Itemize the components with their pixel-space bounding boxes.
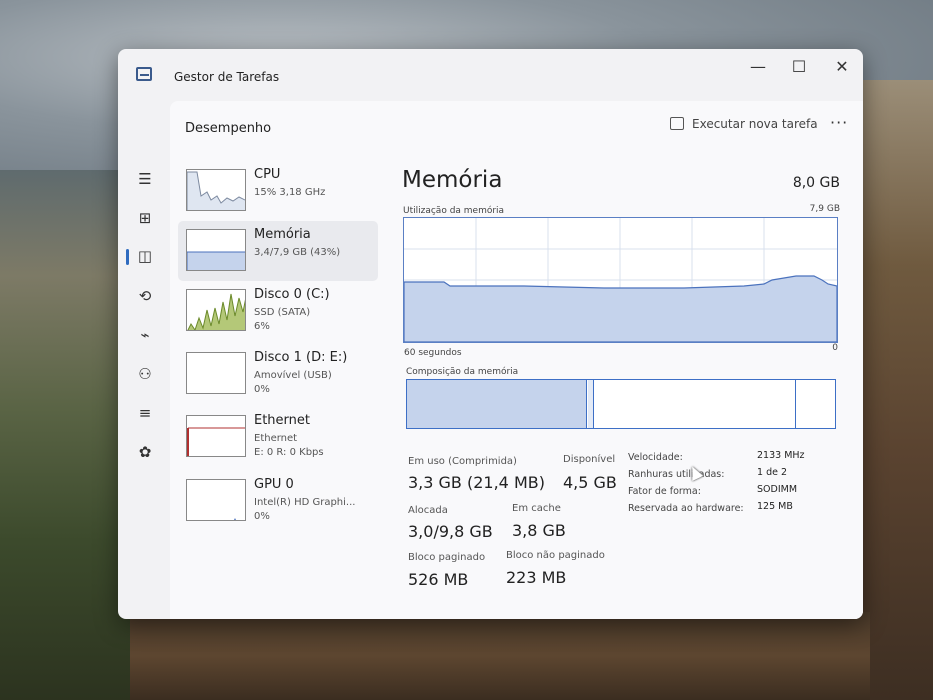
task-manager-window: Gestor de Tarefas — ☐ ✕ ☰ ⊞ ◫ ⟲ ⌁ ⚇ ≡ ✿ … [118,49,863,619]
usage-graph-max: 7,9 GB [809,204,840,214]
page-title: Desempenho [185,121,272,136]
device-item-memory[interactable]: Memória 3,4/7,9 GB (43%) [178,221,378,281]
device-name: Disco 0 (C:) [254,287,330,302]
services-icon[interactable]: ✿ [132,440,158,464]
spec-key-slots: Ranhuras utilizadas: [628,469,725,480]
usage-graph-label: Utilização da memória [403,206,505,216]
cpu-thumbnail-graph [186,169,246,211]
paged-pool-label: Bloco paginado [408,552,486,563]
cached-value: 3,8 GB [512,521,566,540]
users-icon[interactable]: ⚇ [132,362,158,386]
device-list: CPU 15% 3,18 GHz Memória 3,4/7,9 GB (43%… [170,151,380,619]
device-item-disk1[interactable]: Disco 1 (D: E:) Amovível (USB) 0% [178,344,378,404]
gpu-thumbnail-graph [186,479,246,521]
hamburger-menu-icon[interactable]: ☰ [132,167,158,191]
spec-value-hardware-reserved: 125 MB [757,501,793,512]
composition-in-use [407,380,587,428]
disk0-thumbnail-graph [186,289,246,331]
memory-usage-graph [403,217,838,343]
total-memory: 8,0 GB [792,175,840,191]
device-name: Disco 1 (D: E:) [254,350,348,365]
device-item-gpu[interactable]: GPU 0 Intel(R) HD Graphi... 0% [178,471,378,531]
spec-key-hardware-reserved: Reservada ao hardware: [628,503,744,514]
device-name: Ethernet [254,413,310,428]
graph-zero-label: 0 [832,343,838,353]
nonpaged-pool-value: 223 MB [506,568,567,587]
device-stat: 15% 3,18 GHz [254,187,326,198]
device-name: Memória [254,227,311,242]
in-use-value: 3,3 GB (21,4 MB) [408,473,545,492]
more-options-button[interactable]: ··· [830,113,848,132]
device-stat: SSD (SATA) 6% [254,307,311,332]
page-header: Desempenho Executar nova tarefa ··· [170,101,863,151]
paged-pool-value: 526 MB [408,570,469,589]
composition-standby-divider [795,380,797,428]
cached-label: Em cache [512,503,561,514]
spec-key-form-factor: Fator de forma: [628,486,701,497]
nonpaged-pool-label: Bloco não paginado [506,550,605,561]
performance-icon[interactable]: ◫ [132,244,158,268]
close-button[interactable]: ✕ [822,55,862,79]
memory-thumbnail-graph [186,229,246,271]
run-new-task-button[interactable]: Executar nova tarefa [670,117,818,137]
device-item-ethernet[interactable]: Ethernet Ethernet E: 0 R: 0 Kbps [178,407,378,467]
maximize-button[interactable]: ☐ [779,55,819,79]
detail-title: Memória [402,167,503,193]
composition-modified [588,380,594,428]
committed-label: Alocada [408,505,448,516]
device-item-disk0[interactable]: Disco 0 (C:) SSD (SATA) 6% [178,281,378,341]
run-new-task-label: Executar nova tarefa [692,117,818,131]
processes-icon[interactable]: ⊞ [132,206,158,230]
device-stat: Intel(R) HD Graphi... 0% [254,497,356,522]
minimize-button[interactable]: — [738,55,778,79]
device-name: GPU 0 [254,477,294,492]
title-bar[interactable]: Gestor de Tarefas — ☐ ✕ [118,49,863,101]
ethernet-thumbnail-graph [186,415,246,457]
app-history-icon[interactable]: ⟲ [132,284,158,308]
device-stat: 3,4/7,9 GB (43%) [254,247,341,258]
available-value: 4,5 GB [563,473,617,492]
wallpaper-cliff [860,80,933,700]
task-manager-app-icon [136,67,152,81]
committed-value: 3,0/9,8 GB [408,522,493,541]
spec-value-speed: 2133 MHz [757,450,805,461]
spec-value-form-factor: SODIMM [757,484,798,495]
nav-active-indicator [126,249,129,265]
in-use-label: Em uso (Comprimida) [408,456,517,467]
memory-detail-panel: Memória 8,0 GB Utilização da memória 7,9… [400,151,840,611]
available-label: Disponível [563,454,616,465]
startup-apps-icon[interactable]: ⌁ [132,323,158,347]
spec-key-speed: Velocidade: [628,452,683,463]
left-navigation: ☰ ⊞ ◫ ⟲ ⌁ ⚇ ≡ ✿ ⚙ [118,101,170,619]
content-area: Desempenho Executar nova tarefa ··· CPU … [170,101,863,619]
time-span-label: 60 segundos [404,348,462,358]
memory-composition-bar [406,379,836,429]
device-stat: Ethernet E: 0 R: 0 Kbps [254,433,324,458]
composition-graph-label: Composição da memória [406,367,519,377]
window-title: Gestor de Tarefas [174,70,280,84]
wallpaper-bottom [130,612,870,700]
details-icon[interactable]: ≡ [132,401,158,425]
spec-value-slots: 1 de 2 [757,467,788,478]
disk1-thumbnail-graph [186,352,246,394]
device-name: CPU [254,167,281,182]
device-item-cpu[interactable]: CPU 15% 3,18 GHz [178,161,378,221]
device-stat: Amovível (USB) 0% [254,370,332,395]
new-task-icon [670,117,684,130]
